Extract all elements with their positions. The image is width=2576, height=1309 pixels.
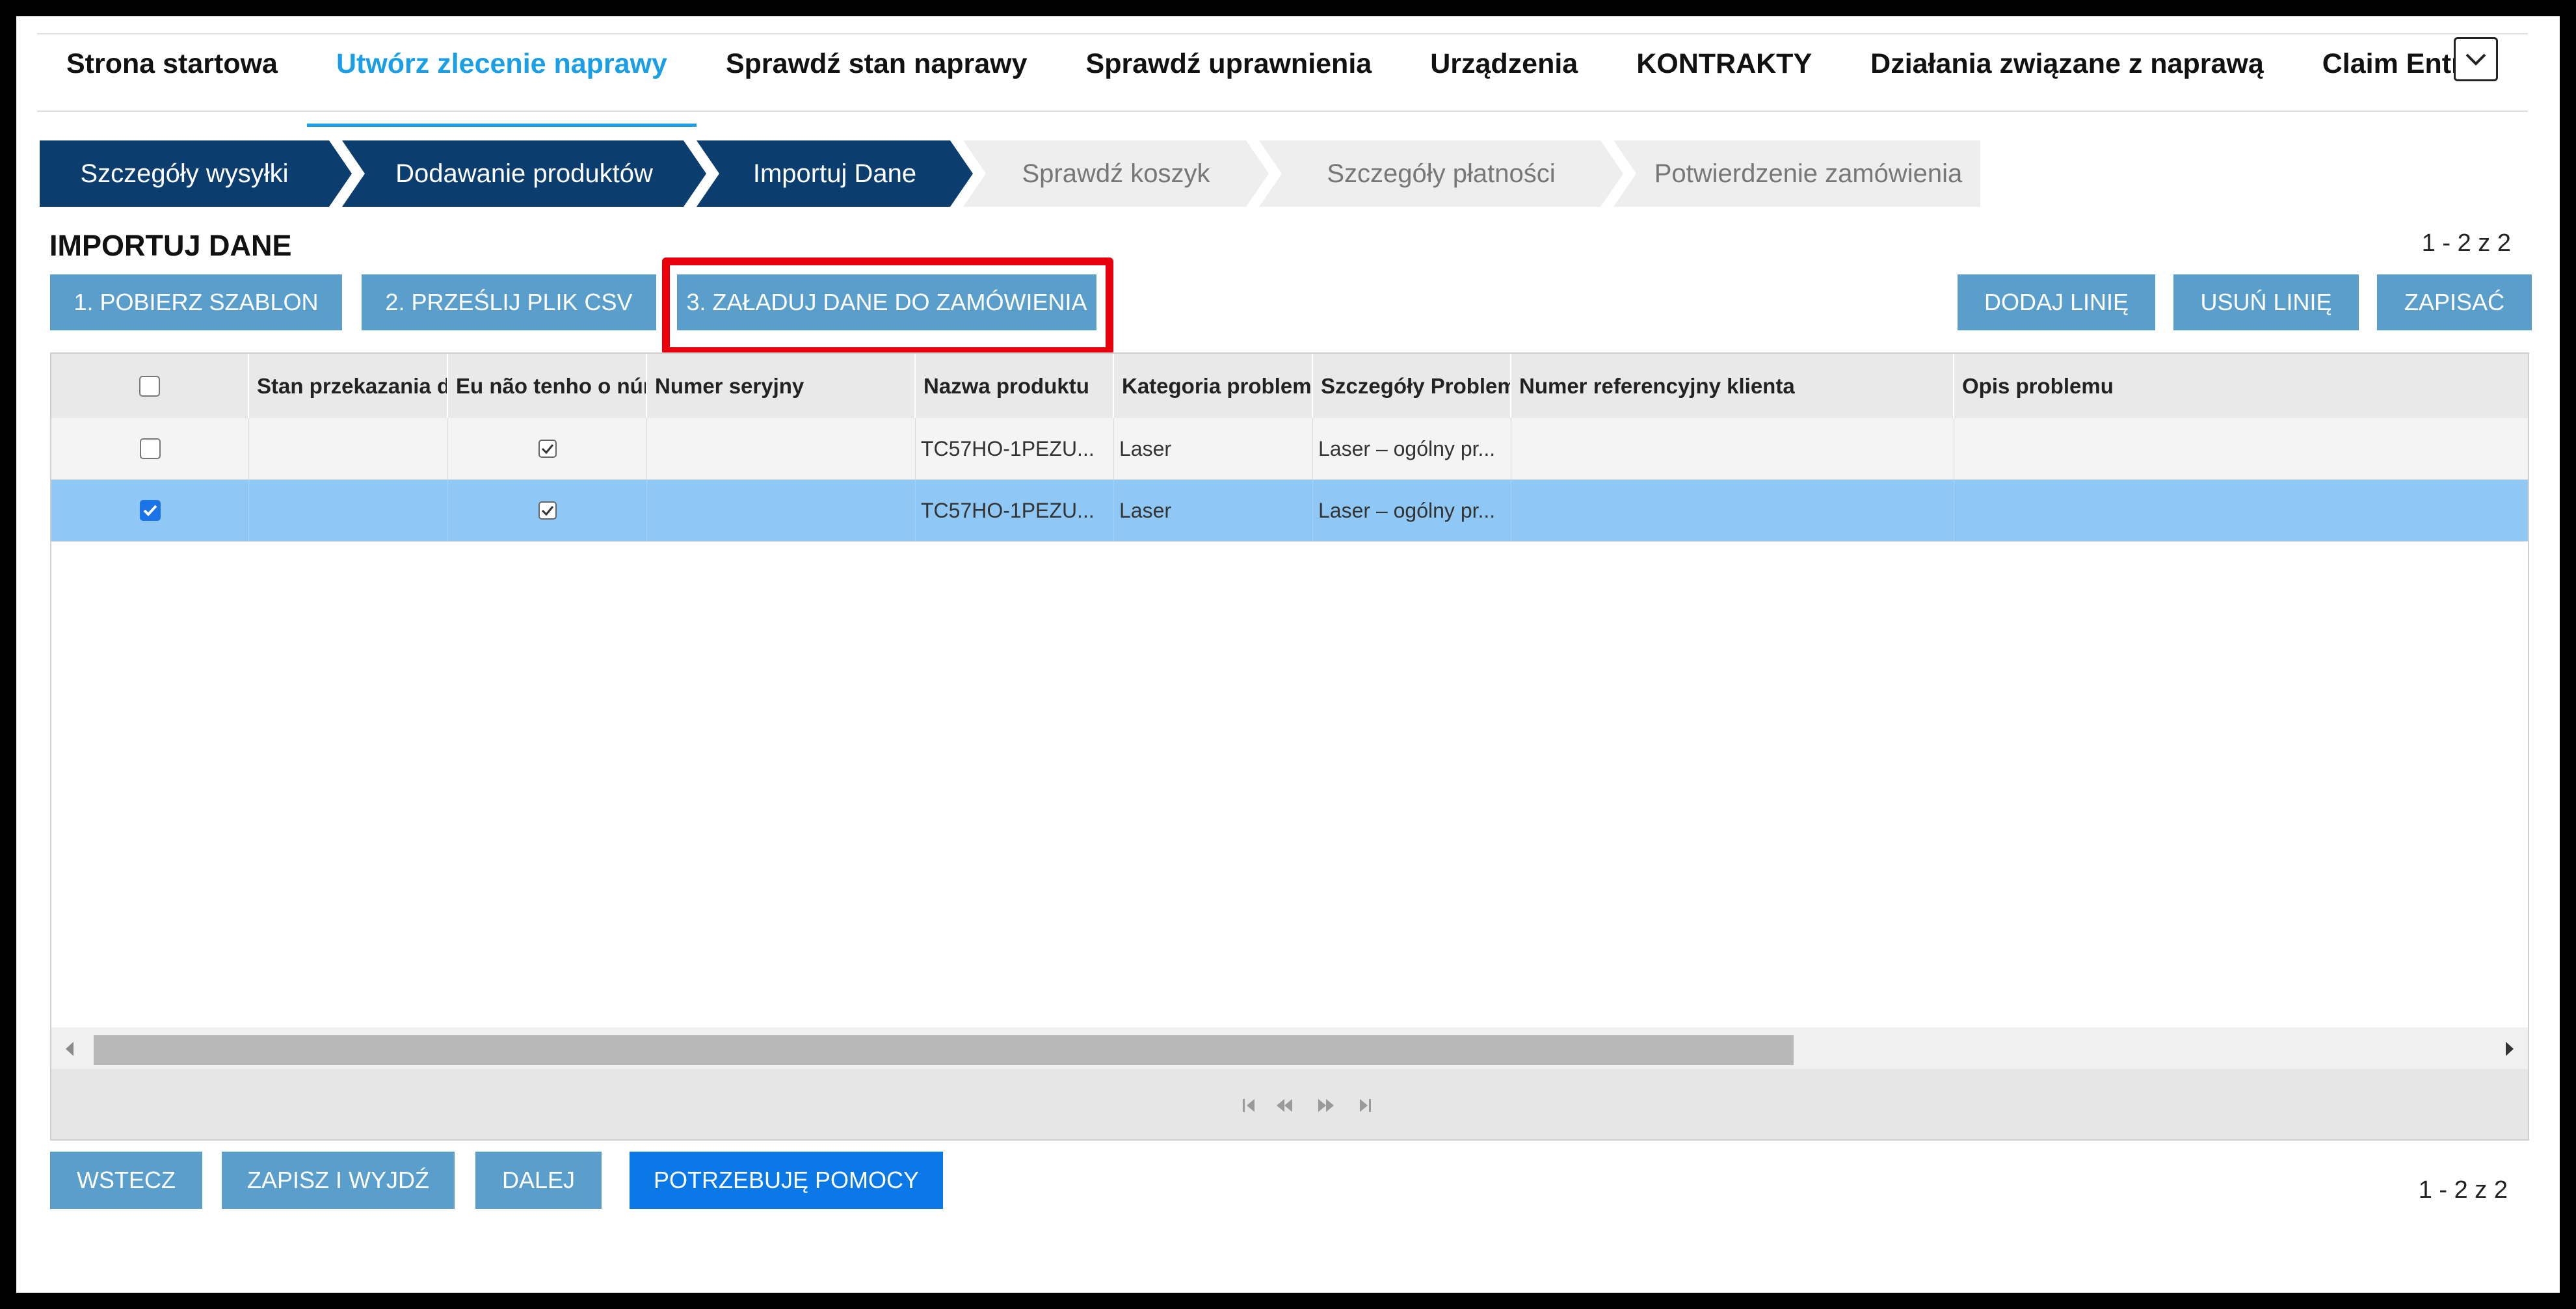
cell-reference[interactable] <box>1511 480 1954 541</box>
header-description[interactable]: Opis problemu <box>1954 354 2528 418</box>
first-page-icon[interactable] <box>1243 1099 1255 1112</box>
add-line-button[interactable]: DODAJ LINIĘ <box>1958 274 2155 330</box>
step-import-data[interactable]: Importuj Dane <box>719 140 950 207</box>
header-details[interactable]: Szczegóły Problem <box>1313 354 1511 418</box>
no-number-checkbox[interactable] <box>538 501 557 520</box>
cell-details[interactable]: Laser – ogólny pr... <box>1313 480 1511 541</box>
table-row[interactable]: TC57HO-1PEZU... Laser Laser – ogólny pr.… <box>51 480 2528 542</box>
cell-no-number[interactable] <box>448 418 647 479</box>
nav-more-button[interactable] <box>2454 37 2498 81</box>
cell-reference[interactable] <box>1511 418 1954 479</box>
cell-description[interactable] <box>1954 480 2528 541</box>
wizard-steps: Szczegóły wysyłki Dodawanie produktów Im… <box>40 140 1980 207</box>
highlight-box <box>662 258 1113 355</box>
grid-pager-bar <box>51 1069 2528 1139</box>
row-checkbox[interactable] <box>139 438 161 459</box>
cell-serial[interactable] <box>647 418 916 479</box>
cell-stan[interactable] <box>249 418 448 479</box>
grid-pager-controls <box>1243 1099 1371 1112</box>
cell-details[interactable]: Laser – ogólny pr... <box>1313 418 1511 479</box>
header-serial[interactable]: Numer seryjny <box>647 354 916 418</box>
pager-count-bottom: 1 - 2 z 2 <box>2418 1176 2508 1204</box>
cell-category[interactable]: Laser <box>1114 418 1313 479</box>
cell-category[interactable]: Laser <box>1114 480 1313 541</box>
checkmark-icon <box>143 505 157 516</box>
header-stan[interactable]: Stan przekazania d <box>249 354 448 418</box>
back-button[interactable]: WSTECZ <box>50 1152 202 1209</box>
import-data-grid: Stan przekazania d Eu não tenho o núr Nu… <box>50 352 2529 1141</box>
step-review-cart: Sprawdź koszyk <box>1022 159 1210 188</box>
nav-item-create-repair[interactable]: Utwórz zlecenie naprawy <box>306 34 697 127</box>
save-button[interactable]: ZAPISAĆ <box>2377 274 2532 330</box>
grid-header: Stan przekazania d Eu não tenho o núr Nu… <box>51 354 2528 419</box>
step-shipping-details[interactable]: Szczegóły wysyłki <box>40 140 329 207</box>
next-button[interactable]: DALEJ <box>475 1152 602 1209</box>
save-and-exit-button[interactable]: ZAPISZ I WYJDŹ <box>222 1152 455 1209</box>
row-select-cell[interactable] <box>51 480 249 541</box>
nav-item-repair-actions[interactable]: Działania związane z naprawą <box>1841 34 2293 112</box>
main-nav: Strona startowa Utwórz zlecenie naprawy … <box>37 34 2507 127</box>
scrollbar-thumb[interactable] <box>94 1035 1794 1065</box>
prev-page-icon[interactable] <box>1277 1099 1292 1112</box>
cell-stan[interactable] <box>249 480 448 541</box>
step-payment-details: Szczegóły płatności <box>1327 159 1556 188</box>
nav-item-home[interactable]: Strona startowa <box>37 34 307 112</box>
header-select-all[interactable] <box>51 354 249 418</box>
row-select-cell[interactable] <box>51 418 249 479</box>
step-add-products[interactable]: Dodawanie produktów <box>365 140 684 207</box>
nav-item-contracts[interactable]: KONTRAKTY <box>1607 34 1841 112</box>
scroll-left-icon[interactable] <box>63 1040 76 1057</box>
header-product[interactable]: Nazwa produktu <box>916 354 1114 418</box>
scroll-right-icon[interactable] <box>2503 1040 2516 1057</box>
cell-product[interactable]: TC57HO-1PEZU... <box>916 480 1114 541</box>
next-page-icon[interactable] <box>1318 1099 1334 1112</box>
app-window: Strona startowa Utwórz zlecenie naprawy … <box>16 16 2560 1293</box>
cell-product[interactable]: TC57HO-1PEZU... <box>916 418 1114 479</box>
checkmark-icon <box>541 506 553 516</box>
header-category[interactable]: Kategoria problemu <box>1114 354 1313 418</box>
page-title: IMPORTUJ DANE <box>49 229 292 262</box>
cell-serial[interactable] <box>647 480 916 541</box>
pager-count-top: 1 - 2 z 2 <box>2421 230 2511 257</box>
remove-line-button[interactable]: USUŃ LINIĘ <box>2173 274 2359 330</box>
header-reference[interactable]: Numer referencyjny klienta <box>1511 354 1954 418</box>
need-help-button[interactable]: POTRZEBUJĘ POMOCY <box>630 1152 943 1209</box>
nav-item-devices[interactable]: Urządzenia <box>1401 34 1607 112</box>
download-template-button[interactable]: 1. POBIERZ SZABLON <box>50 274 342 330</box>
header-no-number[interactable]: Eu não tenho o núr <box>448 354 647 418</box>
row-checkbox[interactable] <box>139 500 161 521</box>
horizontal-scrollbar[interactable] <box>51 1027 2528 1069</box>
upload-csv-button[interactable]: 2. PRZEŚLIJ PLIK CSV <box>362 274 656 330</box>
last-page-icon[interactable] <box>1360 1099 1371 1112</box>
nav-item-entitlements[interactable]: Sprawdź uprawnienia <box>1057 34 1401 112</box>
cell-description[interactable] <box>1954 418 2528 479</box>
cell-no-number[interactable] <box>448 480 647 541</box>
select-all-checkbox[interactable] <box>139 375 160 397</box>
step-order-confirmation: Potwierdzenie zamówienia <box>1654 159 1963 188</box>
table-row[interactable]: TC57HO-1PEZU... Laser Laser – ogólny pr.… <box>51 418 2528 480</box>
no-number-checkbox[interactable] <box>538 440 557 458</box>
nav-divider <box>37 111 2528 112</box>
nav-item-repair-status[interactable]: Sprawdź stan naprawy <box>697 34 1057 112</box>
chevron-down-icon <box>2465 53 2486 66</box>
checkmark-icon <box>541 444 553 455</box>
